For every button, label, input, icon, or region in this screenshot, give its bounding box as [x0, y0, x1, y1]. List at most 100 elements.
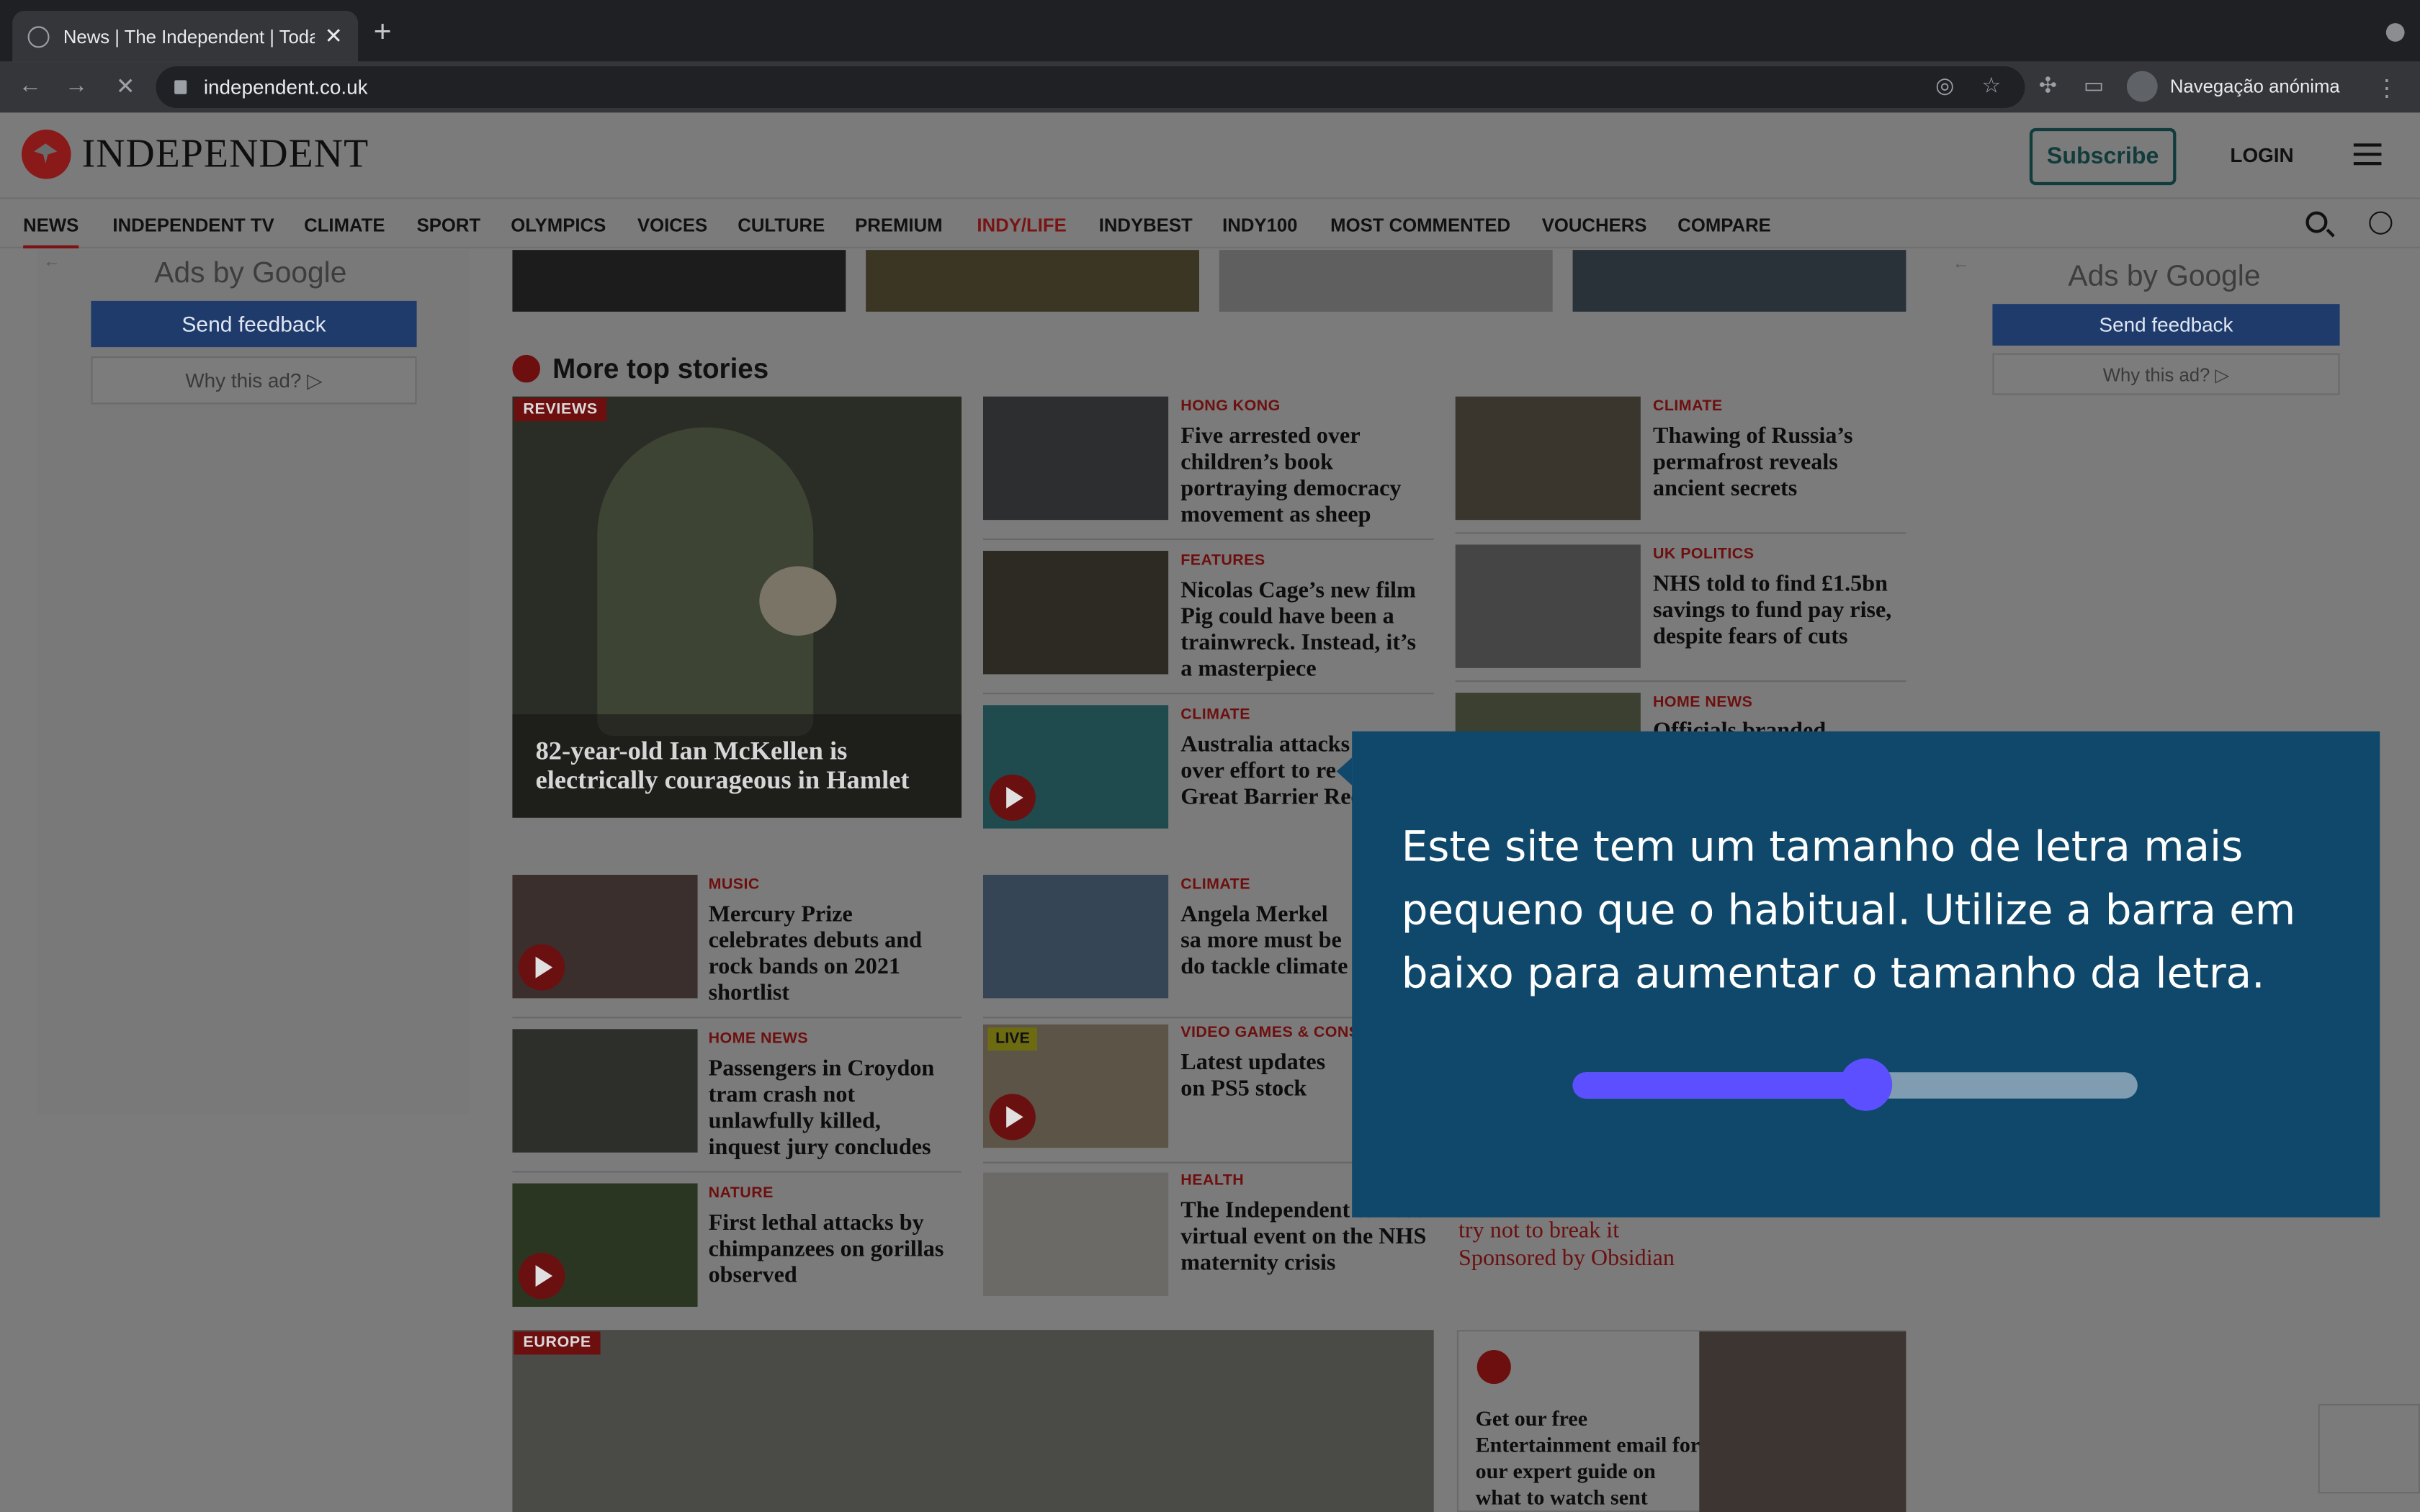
story-image[interactable] — [983, 396, 1169, 521]
story-category: MUSIC — [708, 876, 760, 894]
hero-caption[interactable]: 82-year-old Ian McKellen is electrically… — [512, 714, 962, 818]
bookmark-star-icon[interactable]: ☆ — [1981, 73, 2001, 99]
nav-indybest[interactable]: INDYBEST — [1099, 215, 1193, 236]
hamburger-menu-icon[interactable] — [2353, 143, 2382, 166]
overlay-message: Este site tem um tamanho de letra mais p… — [1401, 824, 2296, 999]
divider — [1455, 532, 1906, 534]
forward-icon[interactable]: → — [65, 73, 88, 99]
divider — [1455, 680, 1906, 683]
nav-most-commented[interactable]: MOST COMMENTED — [1330, 215, 1510, 236]
story-category: FEATURES — [1180, 552, 1265, 570]
story-headline[interactable]: Thawing of Russia’s permafrost reveals a… — [1653, 424, 1892, 503]
story-headline[interactable]: NHS told to find £1.5bn savings to fund … — [1653, 572, 1900, 651]
story-category: HEALTH — [1180, 1172, 1245, 1190]
slider-thumb[interactable] — [1839, 1058, 1893, 1111]
story-image[interactable] — [512, 875, 698, 999]
back-icon[interactable]: ← — [19, 73, 42, 99]
stop-loading-icon[interactable]: ✕ — [116, 73, 135, 100]
europe-story-image[interactable] — [512, 1330, 1434, 1512]
ad-back-icon[interactable]: ← — [1953, 255, 1970, 274]
story-image[interactable] — [983, 551, 1169, 675]
story-image[interactable] — [983, 875, 1169, 999]
story-image[interactable] — [1219, 250, 1553, 312]
profile-label: Navegação anónima — [2169, 76, 2340, 97]
europe-badge: EUROPE — [514, 1331, 601, 1355]
story-image[interactable] — [983, 705, 1169, 829]
login-link[interactable]: LOGIN — [2230, 143, 2293, 166]
nav-climate[interactable]: CLIMATE — [304, 215, 385, 236]
globe-icon[interactable] — [2369, 211, 2393, 235]
nav-olympics[interactable]: OLYMPICS — [511, 215, 606, 236]
story-headline[interactable]: Angela Merkel sa more must be do tackle … — [1180, 903, 1353, 981]
ad-title: Ads by Google — [154, 257, 347, 290]
story-category: CLIMATE — [1653, 397, 1723, 415]
promo-image — [1699, 1331, 1906, 1512]
story-image[interactable] — [866, 250, 1199, 312]
recaptcha-badge[interactable] — [2318, 1403, 2420, 1494]
ad-send-feedback-button[interactable]: Send feedback — [1992, 304, 2340, 346]
ad-back-icon[interactable]: ← — [43, 253, 60, 271]
nav-news[interactable]: NEWS — [23, 215, 79, 248]
close-tab-icon[interactable]: ✕ — [325, 23, 343, 49]
story-image[interactable] — [1455, 544, 1641, 668]
nav-sport[interactable]: SPORT — [417, 215, 481, 236]
story-image[interactable] — [983, 1172, 1169, 1296]
story-headline[interactable]: First lethal attacks by chimpanzees on g… — [709, 1211, 956, 1290]
live-badge: LIVE — [987, 1027, 1038, 1051]
font-size-slider[interactable] — [1572, 1058, 2138, 1111]
story-image[interactable] — [512, 1183, 698, 1307]
story-headline[interactable]: Passengers in Croydon tram crash not unl… — [709, 1057, 956, 1162]
newsletter-promo[interactable]: Get our free Entertainment email for our… — [1456, 1330, 1906, 1512]
divider — [983, 538, 1434, 540]
story-headline[interactable]: Mercury Prize celebrates debuts and rock… — [709, 903, 948, 1008]
subscribe-button[interactable]: Subscribe — [2029, 127, 2177, 186]
site-logo[interactable]: INDEPENDENT — [22, 130, 369, 179]
story-image[interactable] — [1572, 250, 1906, 312]
ad-send-feedback-button[interactable]: Send feedback — [91, 300, 417, 348]
story-image[interactable] — [512, 1029, 698, 1153]
font-size-overlay: Este site tem um tamanho de letra mais p… — [1336, 731, 2380, 1218]
story-headline[interactable]: Latest updates on PS5 stock — [1180, 1050, 1353, 1103]
nav-vouchers[interactable]: VOUCHERS — [1542, 215, 1647, 236]
browser-menu-icon[interactable]: ⋮ — [2375, 74, 2398, 102]
nav-life-label: LIFE — [1026, 214, 1067, 236]
nav-indy-life[interactable]: INDY/LIFE — [977, 215, 1066, 236]
hero-headline: 82-year-old Ian McKellen is electrically… — [535, 736, 910, 795]
search-icon[interactable] — [2305, 211, 2328, 233]
tracking-blocked-icon[interactable]: ◎ — [1935, 73, 1954, 99]
story-headline[interactable]: Five arrested over children’s book portr… — [1180, 424, 1428, 529]
cast-icon[interactable]: ▭ — [2084, 73, 2104, 99]
incognito-profile[interactable]: Navegação anónima — [2126, 71, 2340, 102]
logo-wordmark: INDEPENDENT — [81, 131, 369, 176]
ad-why-button[interactable]: Why this ad? ▷ — [1992, 353, 2340, 395]
sponsored-by[interactable]: Sponsored by Obsidian — [1458, 1245, 1675, 1273]
story-category: VIDEO GAMES & CONS — [1180, 1024, 1354, 1042]
play-icon — [989, 1094, 1036, 1140]
nav-compare[interactable]: COMPARE — [1677, 215, 1771, 236]
address-bar[interactable]: independent.co.uk — [156, 66, 2025, 108]
nav-indy100[interactable]: INDY100 — [1222, 215, 1297, 236]
story-headline[interactable]: Nicolas Cage’s new film Pig could have b… — [1180, 579, 1428, 684]
extensions-icon[interactable]: ✣ — [2039, 73, 2057, 99]
nav-voices[interactable]: VOICES — [637, 215, 707, 236]
reviews-badge: REVIEWS — [514, 397, 607, 421]
new-tab-icon[interactable]: + — [374, 17, 392, 48]
sponsored-text[interactable]: try not to break it — [1458, 1218, 1619, 1246]
section-dot-icon — [512, 354, 540, 383]
story-image[interactable] — [1455, 396, 1641, 521]
ad-why-button[interactable]: Why this ad? ▷ — [91, 356, 417, 405]
nav-premium[interactable]: PREMIUM — [855, 215, 942, 236]
promo-text: Get our free Entertainment email for our… — [1475, 1408, 1700, 1511]
tab-search-icon[interactable] — [2385, 23, 2405, 42]
screen: News | The Independent | Toda ✕ + ← → ✕ … — [0, 0, 2420, 1512]
nav-independent-tv[interactable]: INDEPENDENT TV — [112, 215, 274, 236]
story-category: NATURE — [708, 1184, 774, 1202]
nav-culture[interactable]: CULTURE — [738, 215, 825, 236]
main-nav: NEWS INDEPENDENT TV CLIMATE SPORT OLYMPI… — [0, 197, 2420, 248]
story-image[interactable] — [512, 250, 846, 312]
url-text: independent.co.uk — [203, 76, 368, 99]
story-category: HOME NEWS — [708, 1030, 808, 1048]
browser-tab[interactable]: News | The Independent | Toda ✕ — [12, 11, 359, 62]
section-title: More top stories — [552, 353, 769, 384]
left-ad-panel: ← Ads by Google Send feedback Why this a… — [37, 250, 470, 1115]
